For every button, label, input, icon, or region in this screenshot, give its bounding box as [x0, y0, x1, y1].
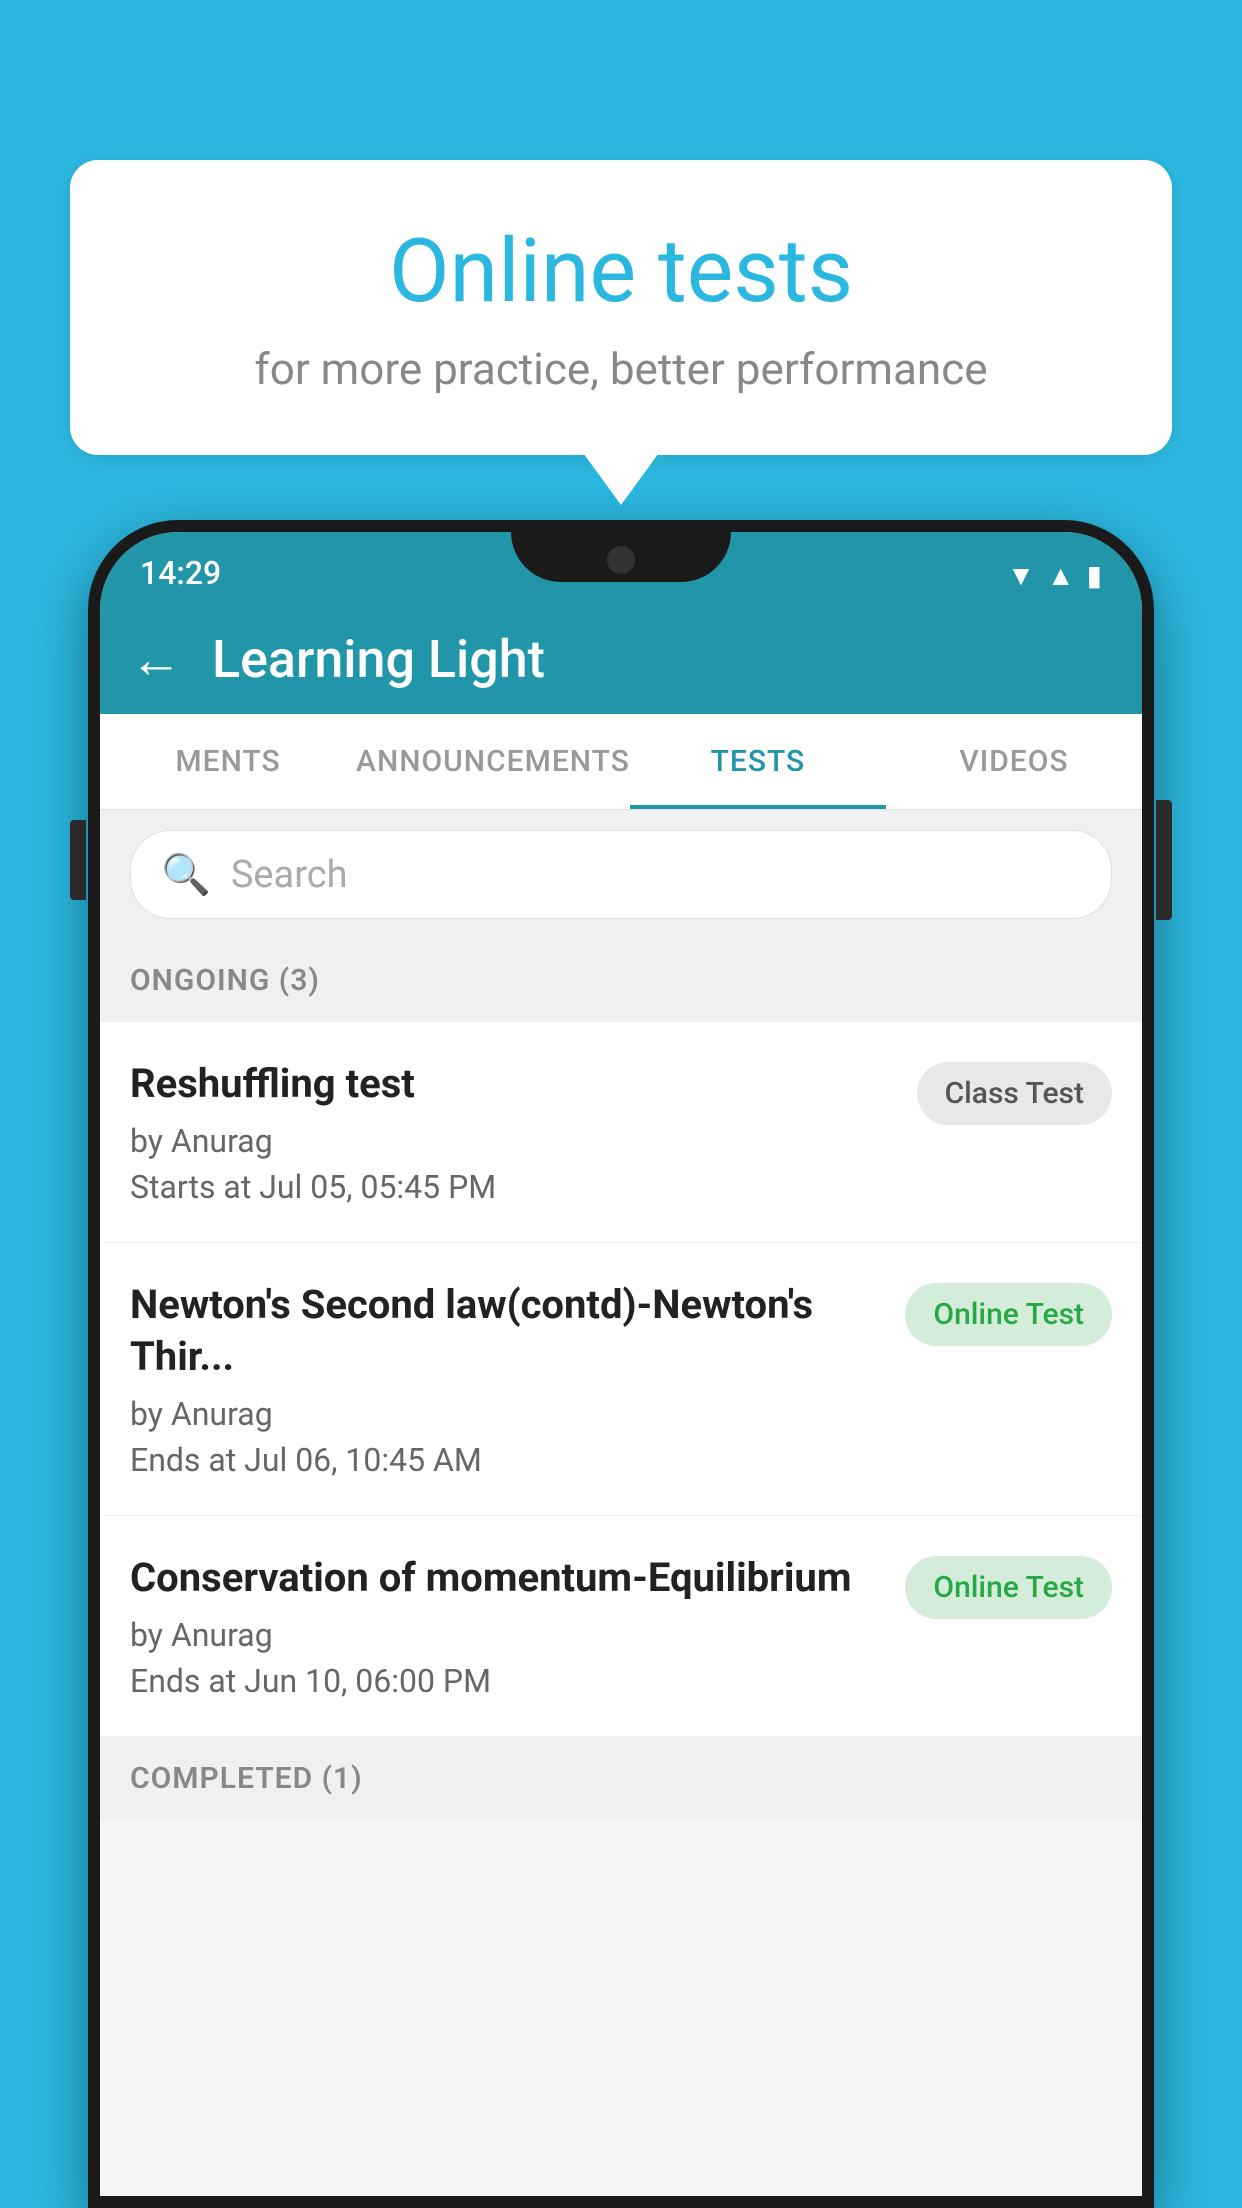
tab-videos[interactable]: VIDEOS — [886, 714, 1142, 809]
signal-icon: ▲ — [1047, 559, 1075, 592]
test-by: by Anurag — [130, 1122, 897, 1160]
test-item[interactable]: Newton's Second law(contd)-Newton's Thir… — [100, 1243, 1142, 1516]
app-bar: ← Learning Light — [100, 604, 1142, 714]
tab-announcements[interactable]: ANNOUNCEMENTS — [356, 714, 630, 809]
test-info: Newton's Second law(contd)-Newton's Thir… — [130, 1279, 885, 1479]
test-by: by Anurag — [130, 1395, 885, 1433]
app-bar-title: Learning Light — [212, 629, 545, 690]
speech-bubble-container: Online tests for more practice, better p… — [70, 160, 1172, 455]
test-date: Ends at Jun 10, 06:00 PM — [130, 1662, 885, 1700]
bubble-subtitle: for more practice, better performance — [150, 343, 1092, 395]
phone-screen: 14:29 ▼ ▲ ▮ ← Learning Light MENTS ANNOU… — [100, 532, 1142, 2196]
ongoing-section-header: ONGOING (3) — [100, 939, 1142, 1022]
bubble-title: Online tests — [150, 220, 1092, 323]
front-camera — [607, 546, 635, 574]
search-placeholder: Search — [231, 853, 348, 897]
wifi-icon: ▼ — [1007, 559, 1035, 592]
volume-button — [70, 820, 86, 900]
test-name: Reshuffling test — [130, 1058, 897, 1110]
speech-bubble: Online tests for more practice, better p… — [70, 160, 1172, 455]
battery-icon: ▮ — [1087, 559, 1102, 592]
class-test-badge: Class Test — [917, 1062, 1112, 1125]
online-test-badge: Online Test — [905, 1283, 1112, 1346]
completed-title: COMPLETED (1) — [130, 1761, 363, 1796]
tests-list: Reshuffling test by Anurag Starts at Jul… — [100, 1022, 1142, 1737]
status-time: 14:29 — [140, 554, 221, 592]
power-button — [1156, 800, 1172, 920]
back-button[interactable]: ← — [130, 629, 182, 690]
search-bar[interactable]: 🔍 Search — [130, 830, 1112, 919]
tabs-container: MENTS ANNOUNCEMENTS TESTS VIDEOS — [100, 714, 1142, 810]
phone-frame: 14:29 ▼ ▲ ▮ ← Learning Light MENTS ANNOU… — [88, 520, 1154, 2208]
phone-notch — [511, 532, 731, 582]
test-by: by Anurag — [130, 1616, 885, 1654]
test-date: Starts at Jul 05, 05:45 PM — [130, 1168, 897, 1206]
status-icons: ▼ ▲ ▮ — [1007, 559, 1102, 592]
test-info: Reshuffling test by Anurag Starts at Jul… — [130, 1058, 897, 1206]
test-date: Ends at Jul 06, 10:45 AM — [130, 1441, 885, 1479]
test-info: Conservation of momentum-Equilibrium by … — [130, 1552, 885, 1700]
test-item[interactable]: Reshuffling test by Anurag Starts at Jul… — [100, 1022, 1142, 1243]
search-container: 🔍 Search — [100, 810, 1142, 939]
test-name: Newton's Second law(contd)-Newton's Thir… — [130, 1279, 885, 1383]
test-item[interactable]: Conservation of momentum-Equilibrium by … — [100, 1516, 1142, 1737]
search-icon: 🔍 — [161, 851, 211, 898]
online-test-badge: Online Test — [905, 1556, 1112, 1619]
test-name: Conservation of momentum-Equilibrium — [130, 1552, 885, 1604]
ongoing-title: ONGOING (3) — [130, 963, 320, 998]
tab-tests[interactable]: TESTS — [630, 714, 886, 809]
tab-ments[interactable]: MENTS — [100, 714, 356, 809]
completed-section-header: COMPLETED (1) — [100, 1737, 1142, 1820]
